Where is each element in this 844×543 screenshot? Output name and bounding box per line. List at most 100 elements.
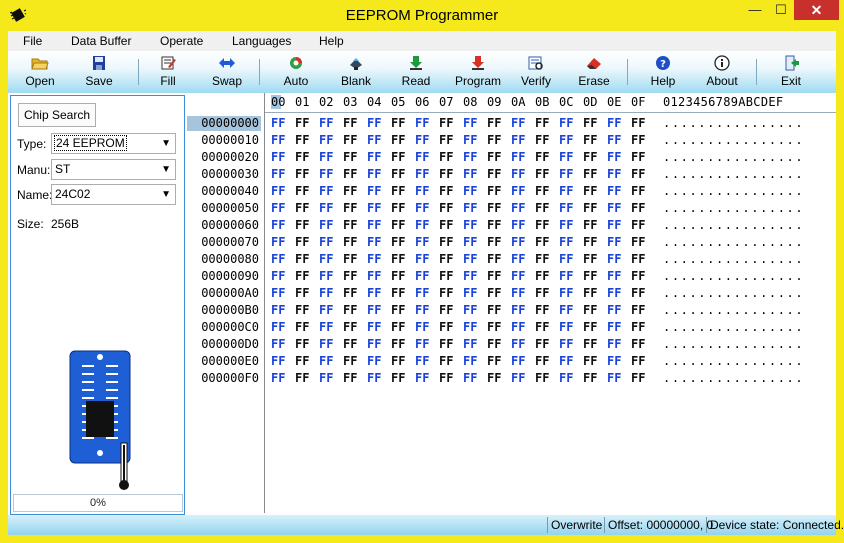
hex-byte[interactable]: FF (319, 150, 341, 165)
hex-byte[interactable]: FF (463, 167, 485, 182)
hex-byte[interactable]: FF (631, 184, 653, 199)
hex-byte[interactable]: FF (583, 235, 605, 250)
hex-byte[interactable]: FF (415, 252, 437, 267)
hex-byte[interactable]: FF (295, 269, 317, 284)
hex-byte[interactable]: FF (463, 337, 485, 352)
hex-byte[interactable]: FF (487, 167, 509, 182)
hex-byte[interactable]: FF (367, 269, 389, 284)
hex-byte[interactable]: FF (415, 286, 437, 301)
row-address[interactable]: 000000F0 (187, 371, 261, 386)
hex-byte[interactable]: FF (295, 320, 317, 335)
hex-byte[interactable]: FF (535, 218, 557, 233)
hex-byte[interactable]: FF (319, 320, 341, 335)
close-button[interactable]: ✕ (794, 0, 839, 20)
hex-byte[interactable]: FF (535, 167, 557, 182)
hex-byte[interactable]: FF (463, 235, 485, 250)
hex-byte[interactable]: FF (487, 201, 509, 216)
hex-byte[interactable]: FF (319, 371, 341, 386)
hex-byte[interactable]: FF (391, 337, 413, 352)
hex-byte[interactable]: FF (607, 286, 629, 301)
hex-byte[interactable]: FF (319, 235, 341, 250)
ascii-row[interactable]: ................ (663, 184, 804, 199)
hex-byte[interactable]: FF (583, 116, 605, 131)
hex-byte[interactable]: FF (559, 116, 581, 131)
hex-byte[interactable]: FF (583, 218, 605, 233)
row-address[interactable]: 000000C0 (187, 320, 261, 335)
hex-byte[interactable]: FF (319, 184, 341, 199)
hex-byte[interactable]: FF (367, 218, 389, 233)
hex-byte[interactable]: FF (343, 337, 365, 352)
verify-button[interactable]: Verify (518, 53, 554, 91)
hex-byte[interactable]: FF (271, 201, 293, 216)
hex-byte[interactable]: FF (463, 201, 485, 216)
ascii-row[interactable]: ................ (663, 337, 804, 352)
hex-byte[interactable]: FF (295, 286, 317, 301)
hex-byte[interactable]: FF (463, 354, 485, 369)
hex-byte[interactable]: FF (511, 167, 533, 182)
hex-byte[interactable]: FF (295, 150, 317, 165)
row-address[interactable]: 000000B0 (187, 303, 261, 318)
hex-byte[interactable]: FF (343, 201, 365, 216)
hex-byte[interactable]: FF (631, 252, 653, 267)
hex-byte[interactable]: FF (415, 116, 437, 131)
help-button[interactable]: ? Help (645, 53, 681, 91)
hex-byte[interactable]: FF (319, 269, 341, 284)
hex-byte[interactable]: FF (631, 320, 653, 335)
menu-languages[interactable]: Languages (232, 34, 291, 48)
hex-byte[interactable]: FF (463, 320, 485, 335)
hex-byte[interactable]: FF (439, 252, 461, 267)
hex-byte[interactable]: FF (463, 150, 485, 165)
hex-byte[interactable]: FF (271, 286, 293, 301)
hex-byte[interactable]: FF (319, 218, 341, 233)
hex-byte[interactable]: FF (583, 286, 605, 301)
hex-byte[interactable]: FF (607, 303, 629, 318)
hex-byte[interactable]: FF (535, 133, 557, 148)
hex-byte[interactable]: FF (463, 286, 485, 301)
hex-byte[interactable]: FF (559, 286, 581, 301)
hex-byte[interactable]: FF (511, 201, 533, 216)
ascii-row[interactable]: ................ (663, 167, 804, 182)
hex-byte[interactable]: FF (607, 371, 629, 386)
hex-byte[interactable]: FF (319, 286, 341, 301)
menu-operate[interactable]: Operate (160, 34, 203, 48)
row-address[interactable]: 00000020 (187, 150, 261, 165)
hex-byte[interactable]: FF (583, 354, 605, 369)
hex-byte[interactable]: FF (295, 235, 317, 250)
hex-byte[interactable]: FF (367, 184, 389, 199)
hex-byte[interactable]: FF (487, 269, 509, 284)
hex-byte[interactable]: FF (559, 354, 581, 369)
hex-byte[interactable]: FF (367, 337, 389, 352)
hex-byte[interactable]: FF (319, 133, 341, 148)
hex-byte[interactable]: FF (391, 235, 413, 250)
hex-byte[interactable]: FF (439, 371, 461, 386)
hex-byte[interactable]: FF (439, 133, 461, 148)
hex-byte[interactable]: FF (631, 201, 653, 216)
hex-byte[interactable]: FF (343, 303, 365, 318)
hex-byte[interactable]: FF (631, 133, 653, 148)
hex-byte[interactable]: FF (559, 252, 581, 267)
hex-byte[interactable]: FF (463, 303, 485, 318)
row-address[interactable]: 00000050 (187, 201, 261, 216)
hex-byte[interactable]: FF (583, 303, 605, 318)
hex-byte[interactable]: FF (607, 269, 629, 284)
hex-byte[interactable]: FF (415, 354, 437, 369)
hex-byte[interactable]: FF (367, 150, 389, 165)
hex-byte[interactable]: FF (559, 320, 581, 335)
row-address[interactable]: 000000A0 (187, 286, 261, 301)
hex-byte[interactable]: FF (535, 235, 557, 250)
hex-byte[interactable]: FF (463, 218, 485, 233)
ascii-row[interactable]: ................ (663, 201, 804, 216)
hex-byte[interactable]: FF (343, 150, 365, 165)
hex-byte[interactable]: FF (463, 252, 485, 267)
hex-byte[interactable]: FF (391, 150, 413, 165)
hex-byte[interactable]: FF (583, 167, 605, 182)
hex-byte[interactable]: FF (439, 303, 461, 318)
hex-byte[interactable]: FF (607, 218, 629, 233)
hex-byte[interactable]: FF (487, 116, 509, 131)
row-address[interactable]: 000000E0 (187, 354, 261, 369)
hex-byte[interactable]: FF (463, 184, 485, 199)
hex-byte[interactable]: FF (463, 133, 485, 148)
exit-button[interactable]: Exit (773, 53, 809, 91)
hex-byte[interactable]: FF (487, 184, 509, 199)
hex-byte[interactable]: FF (487, 337, 509, 352)
